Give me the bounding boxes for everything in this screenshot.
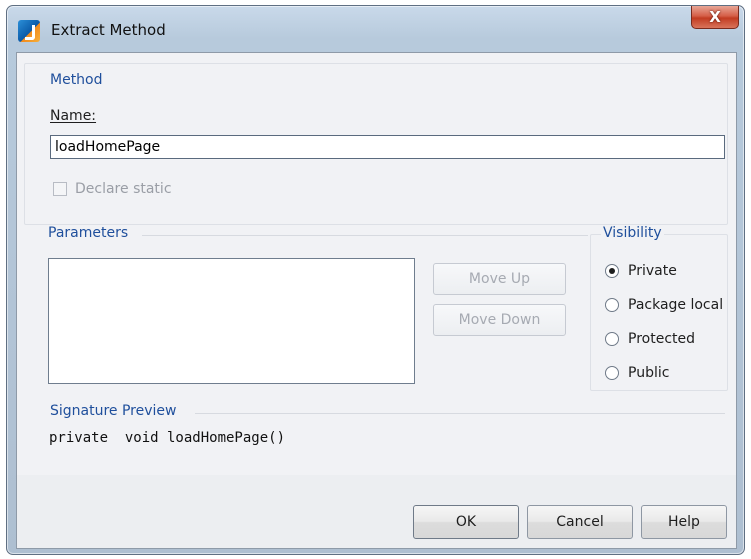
name-label: Name:: [50, 108, 96, 124]
declare-static-label: Declare static: [75, 181, 172, 197]
window-title: Extract Method: [51, 21, 166, 39]
radio-package-local-dot: [605, 298, 619, 312]
signature-group-line: [195, 413, 725, 414]
method-name-input[interactable]: [50, 135, 725, 159]
parameters-list[interactable]: [48, 258, 415, 384]
declare-static-checkbox[interactable]: Declare static: [53, 181, 172, 197]
cancel-button[interactable]: Cancel: [527, 505, 633, 539]
checkbox-box: [53, 182, 67, 196]
title-bar[interactable]: Extract Method X: [7, 6, 744, 56]
radio-protected-label: Protected: [628, 331, 695, 347]
signature-preview-text: private void loadHomePage(): [49, 430, 286, 446]
radio-package-local-label: Package local: [628, 297, 724, 313]
close-icon: X: [709, 8, 721, 26]
help-button[interactable]: Help: [641, 505, 727, 539]
radio-package-local[interactable]: Package local: [605, 297, 723, 313]
radio-private[interactable]: Private: [605, 263, 677, 279]
visibility-group-label: Visibility: [601, 225, 664, 241]
close-button[interactable]: X: [691, 6, 739, 29]
parameters-group-label: Parameters: [48, 225, 129, 241]
signature-preview-label: Signature Preview: [50, 403, 177, 419]
radio-private-dot: [605, 264, 619, 278]
method-group-label: Method: [50, 72, 103, 88]
radio-protected-dot: [605, 332, 619, 346]
intellij-idea-icon: [18, 20, 40, 42]
parameters-group-line: [142, 235, 588, 236]
dialog-body: Method Name: Declare static Parameters M…: [16, 52, 737, 549]
name-label-text: Name:: [50, 108, 97, 124]
radio-protected[interactable]: Protected: [605, 331, 695, 347]
move-down-button[interactable]: Move Down: [433, 304, 566, 336]
ok-button[interactable]: OK: [413, 505, 519, 539]
radio-public[interactable]: Public: [605, 365, 669, 381]
radio-public-label: Public: [628, 365, 670, 381]
radio-public-dot: [605, 366, 619, 380]
radio-private-label: Private: [628, 263, 677, 279]
dialog-window: Extract Method X Method Name: Declare st…: [6, 5, 745, 555]
move-up-button[interactable]: Move Up: [433, 263, 566, 295]
